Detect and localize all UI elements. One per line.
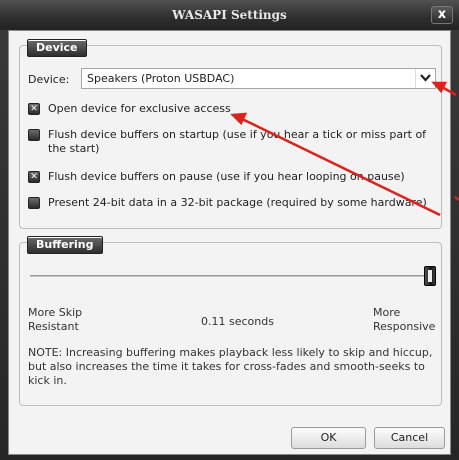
buffering-note: NOTE: Increasing buffering makes playbac… xyxy=(28,346,433,387)
buffering-group: Buffering More Skip Resistant 0.11 secon… xyxy=(19,236,442,406)
device-label: Device: xyxy=(28,73,70,86)
buffer-slider-handle[interactable] xyxy=(424,266,436,286)
more-responsive-label: More Responsive xyxy=(373,306,436,333)
buffering-group-header: Buffering xyxy=(27,236,103,254)
title-bar: WASAPI Settings x xyxy=(0,0,459,30)
present-24bit-label: Present 24-bit data in a 32-bit package … xyxy=(48,196,427,209)
dialog-client: Device Device: Speakers (Proton USBDAC) … xyxy=(8,30,451,455)
ok-button[interactable]: OK xyxy=(291,427,366,449)
present-24bit-option[interactable]: Present 24-bit data in a 32-bit package … xyxy=(28,196,428,210)
window-title: WASAPI Settings xyxy=(172,8,287,22)
wasapi-settings-window: WASAPI Settings x Device Device: Speaker… xyxy=(0,0,459,460)
close-button[interactable]: x xyxy=(431,6,453,24)
exclusive-access-label: Open device for exclusive access xyxy=(48,102,231,115)
more-skip-resistant-label: More Skip Resistant xyxy=(28,306,83,333)
device-dropdown-value: Speakers (Proton USBDAC) xyxy=(87,72,235,85)
exclusive-access-option[interactable]: ✕ Open device for exclusive access xyxy=(28,102,428,116)
device-group: Device Device: Speakers (Proton USBDAC) … xyxy=(19,39,442,229)
buffer-slider-track[interactable] xyxy=(30,275,434,277)
annotation-arrow-short xyxy=(454,196,459,201)
flush-on-pause-label: Flush device buffers on pause (use if yo… xyxy=(48,170,405,183)
chevron-down-icon xyxy=(420,74,431,82)
flush-on-startup-option[interactable]: Flush device buffers on startup (use if … xyxy=(28,128,428,156)
flush-on-pause-option[interactable]: ✕ Flush device buffers on pause (use if … xyxy=(28,170,428,184)
device-dropdown[interactable]: Speakers (Proton USBDAC) xyxy=(81,68,436,89)
flush-on-pause-checkbox[interactable]: ✕ xyxy=(28,171,40,183)
flush-on-startup-label: Flush device buffers on startup (use if … xyxy=(48,128,427,155)
device-group-header: Device xyxy=(27,39,87,57)
cancel-button[interactable]: Cancel xyxy=(374,427,445,449)
buffer-value-label: 0.11 seconds xyxy=(201,315,274,328)
dropdown-button[interactable] xyxy=(415,69,435,88)
flush-on-startup-checkbox[interactable] xyxy=(28,129,40,141)
present-24bit-checkbox[interactable] xyxy=(28,197,40,209)
exclusive-access-checkbox[interactable]: ✕ xyxy=(28,103,40,115)
